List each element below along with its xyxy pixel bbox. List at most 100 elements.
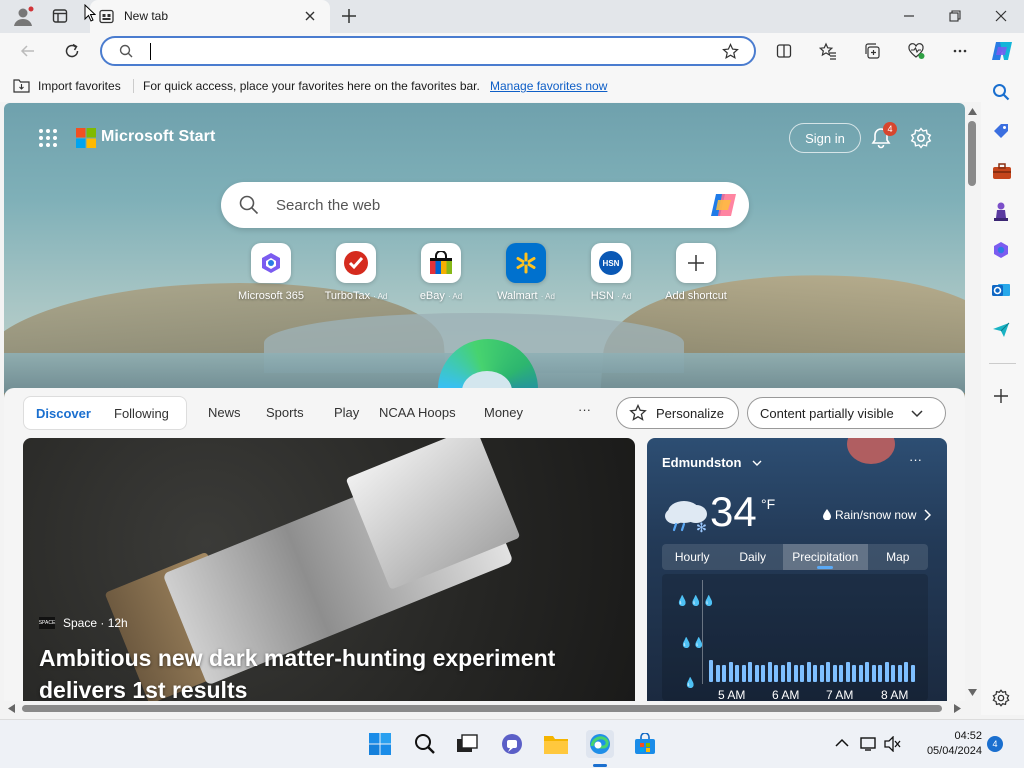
favorites-icon[interactable]	[817, 40, 839, 62]
more-tabs-button[interactable]: ···	[578, 402, 591, 417]
tab-actions-icon[interactable]	[52, 8, 68, 24]
copilot-icon[interactable]	[990, 39, 1014, 63]
precipitation-bar	[891, 665, 895, 682]
clock-time: 04:52	[954, 730, 982, 742]
scroll-right-arrow-icon[interactable]	[954, 704, 961, 713]
microsoft-store-icon[interactable]	[631, 730, 659, 758]
precipitation-bar	[800, 665, 804, 682]
tab-following[interactable]: Following	[114, 406, 169, 421]
quick-link-turbotax[interactable]: TurboTax · Ad	[310, 243, 402, 302]
hero-article-card[interactable]: SPACE Space · 12h Ambitious new dark mat…	[23, 438, 635, 701]
weather-tab-map[interactable]: Map	[868, 544, 928, 570]
quick-link-walmart[interactable]: Walmart · Ad	[480, 243, 572, 302]
sign-in-button[interactable]: Sign in	[789, 123, 861, 153]
vertical-scrollbar-thumb[interactable]	[968, 121, 976, 186]
horizontal-scrollbar-thumb[interactable]	[22, 705, 942, 712]
precipitation-bar	[832, 665, 837, 682]
precipitation-bar	[858, 665, 863, 682]
precipitation-bar	[780, 665, 785, 682]
settings-more-icon[interactable]	[949, 40, 971, 62]
sidebar-add-icon[interactable]	[994, 389, 1008, 403]
page-settings-gear-icon[interactable]	[910, 127, 932, 149]
precipitation-bar	[819, 665, 824, 682]
quick-link-ebay[interactable]: eBay · Ad	[395, 243, 487, 302]
notification-center-badge[interactable]: 4	[987, 736, 1003, 752]
close-window-button[interactable]	[978, 0, 1024, 32]
sidebar-outlook-icon[interactable]	[992, 281, 1010, 299]
quick-link-label: Microsoft 365	[237, 290, 305, 302]
scroll-left-arrow-icon[interactable]	[8, 704, 15, 713]
copilot-search-icon[interactable]	[709, 192, 739, 218]
toolbar	[0, 33, 1024, 70]
sidebar-settings-gear-icon[interactable]	[992, 689, 1010, 707]
browser-essentials-icon[interactable]	[905, 40, 927, 62]
tab-play[interactable]: Play	[334, 405, 359, 420]
precipitation-bar	[845, 662, 850, 682]
web-search-box[interactable]: Search the web	[221, 182, 749, 228]
city-chevron-down-icon[interactable]	[752, 458, 762, 468]
space-source-logo: SPACE	[39, 617, 55, 629]
quick-link-microsoft-365[interactable]: Microsoft 365	[225, 243, 317, 302]
restore-button[interactable]	[932, 0, 978, 32]
taskbar-search-icon[interactable]	[411, 730, 439, 758]
brand-title[interactable]: Microsoft Start	[101, 128, 215, 146]
back-icon[interactable]	[17, 40, 39, 62]
sidebar-drop-icon[interactable]	[992, 322, 1010, 338]
weather-card[interactable]: Edmundston ··· ✻ 34 °F Rain/snow now Hou…	[647, 438, 947, 701]
weather-more-button[interactable]: ···	[909, 452, 922, 467]
vertical-scrollbar[interactable]	[965, 103, 980, 701]
content-visibility-dropdown[interactable]: Content partially visible	[747, 397, 946, 429]
light-precip-icon: 💧	[684, 678, 697, 689]
windows-taskbar: 04:52 05/04/2024 4	[0, 719, 1024, 768]
weather-city[interactable]: Edmundston	[662, 455, 741, 470]
sidebar-search-icon[interactable]	[992, 83, 1010, 101]
tab-new-tab[interactable]: New tab	[84, 0, 330, 33]
chevron-right-icon[interactable]	[923, 509, 931, 521]
scroll-up-arrow-icon[interactable]	[968, 108, 977, 115]
tab-news[interactable]: News	[208, 405, 241, 420]
sidebar-games-icon[interactable]	[992, 201, 1010, 221]
new-tab-button[interactable]	[340, 7, 358, 25]
app-launcher-icon[interactable]	[38, 128, 58, 148]
task-view-icon[interactable]	[453, 730, 481, 758]
web-search-input[interactable]: Search the web	[276, 197, 380, 214]
scroll-down-arrow-icon[interactable]	[968, 689, 977, 696]
weather-tab-hourly[interactable]: Hourly	[662, 544, 722, 570]
address-bar[interactable]	[100, 36, 756, 66]
article-headline[interactable]: Ambitious new dark matter-hunting experi…	[39, 642, 599, 701]
file-explorer-icon[interactable]	[542, 730, 570, 758]
tab-sports[interactable]: Sports	[266, 405, 304, 420]
personalize-button[interactable]: Personalize	[616, 397, 739, 429]
import-favorites-button[interactable]: Import favorites	[38, 79, 121, 93]
teams-chat-icon[interactable]	[498, 730, 526, 758]
sidebar-shopping-tag-icon[interactable]	[992, 122, 1010, 140]
edge-taskbar-icon[interactable]	[586, 730, 614, 758]
refresh-icon[interactable]	[61, 40, 83, 62]
text-caret	[150, 43, 151, 60]
split-screen-icon[interactable]	[773, 40, 795, 62]
tab-ncaa-hoops[interactable]: NCAA Hoops	[379, 405, 456, 420]
close-tab-icon[interactable]	[304, 10, 316, 22]
weather-condition[interactable]: Rain/snow now	[835, 508, 916, 522]
tab-money[interactable]: Money	[484, 405, 523, 420]
manage-favorites-link[interactable]: Manage favorites now	[490, 79, 607, 93]
sidebar-tools-icon[interactable]	[992, 162, 1012, 180]
article-source[interactable]: SPACE Space · 12h	[39, 616, 128, 630]
add-shortcut-button[interactable]: Add shortcut	[650, 243, 742, 302]
quick-link-hsn[interactable]: HSN HSN · Ad	[565, 243, 657, 302]
tab-discover[interactable]: Discover	[36, 406, 91, 421]
favorite-star-icon[interactable]	[722, 43, 739, 60]
start-button-windows-icon[interactable]	[366, 730, 394, 758]
collections-icon[interactable]	[861, 40, 883, 62]
sidebar-microsoft-365-icon[interactable]	[992, 241, 1010, 259]
system-clock[interactable]: 04:52 05/04/2024	[900, 730, 982, 757]
minimize-button[interactable]	[886, 0, 932, 32]
network-icon[interactable]	[860, 736, 878, 752]
precipitation-bar	[865, 662, 869, 682]
cursor-icon	[84, 4, 96, 22]
weather-tab-daily[interactable]: Daily	[722, 544, 782, 570]
profile-icon[interactable]	[12, 5, 34, 27]
precipitation-bar	[767, 662, 772, 682]
show-hidden-icons-chevron-up-icon[interactable]	[835, 738, 849, 748]
precipitation-bar	[748, 662, 752, 682]
